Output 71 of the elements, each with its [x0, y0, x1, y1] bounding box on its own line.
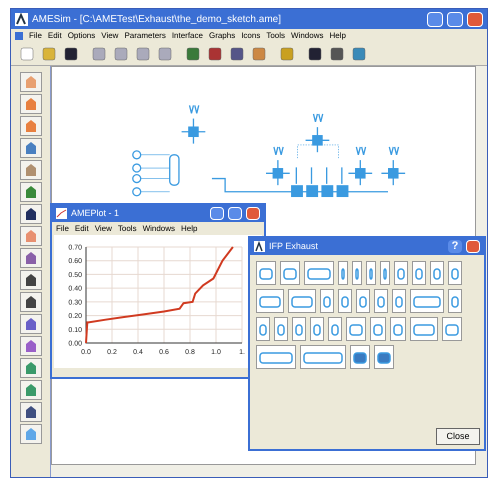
window-title: AMESim - [C:\AMETest\Exhaust\the_demo_sketch.ame] [32, 12, 282, 26]
component-button[interactable] [392, 289, 406, 313]
menu-item[interactable]: Edit [74, 224, 89, 234]
menu-item[interactable]: File [56, 224, 69, 234]
library-button[interactable] [20, 402, 42, 422]
component-button[interactable] [370, 317, 386, 341]
app-icon [254, 241, 265, 252]
component-button[interactable] [430, 261, 444, 285]
component-button[interactable] [356, 289, 370, 313]
component-button[interactable] [320, 289, 334, 313]
app-icon [15, 32, 23, 40]
window-title: AMEPlot - 1 [71, 206, 120, 220]
component-button[interactable] [256, 261, 276, 285]
menu-item[interactable]: Windows [291, 30, 324, 40]
menu-item[interactable]: Graphs [208, 30, 236, 40]
component-button[interactable] [338, 261, 348, 285]
component-button[interactable] [328, 317, 342, 341]
menu-item[interactable]: Icons [241, 30, 260, 40]
menu-item[interactable]: Interface [172, 30, 203, 40]
minimize-button[interactable] [427, 12, 443, 26]
menu-item[interactable]: File [29, 30, 42, 40]
component-button[interactable] [256, 345, 296, 369]
menu-item[interactable]: View [101, 30, 118, 40]
plot-icon [56, 208, 67, 219]
component-button[interactable] [352, 261, 362, 285]
menu-item[interactable]: Parameters [124, 30, 166, 40]
menu-item[interactable]: Help [329, 30, 346, 40]
component-button[interactable] [350, 345, 370, 369]
close-button[interactable] [466, 240, 480, 253]
component-button[interactable] [390, 317, 406, 341]
component-button[interactable] [374, 289, 388, 313]
component-button[interactable] [448, 289, 462, 313]
maximize-button[interactable] [447, 12, 463, 26]
component-button[interactable] [256, 317, 270, 341]
component-button[interactable] [310, 317, 324, 341]
component-button[interactable] [292, 317, 306, 341]
component-button[interactable] [448, 261, 462, 285]
maximize-button[interactable] [228, 207, 242, 220]
library-button[interactable] [20, 204, 42, 224]
component-button[interactable] [274, 317, 288, 341]
menu-item[interactable]: Edit [48, 30, 62, 40]
component-button[interactable] [300, 345, 346, 369]
close-button[interactable]: Close [436, 428, 480, 445]
component-button[interactable] [412, 261, 426, 285]
library-button[interactable] [20, 270, 42, 290]
component-button[interactable] [394, 261, 408, 285]
component-button[interactable] [346, 317, 366, 341]
component-button[interactable] [280, 261, 300, 285]
component-button[interactable] [410, 317, 438, 341]
component-button[interactable] [304, 261, 334, 285]
menu-item[interactable]: Tools [118, 224, 137, 234]
component-button[interactable] [338, 289, 352, 313]
component-button[interactable] [380, 261, 390, 285]
component-button[interactable] [410, 289, 444, 313]
menu-item[interactable]: Tools [266, 30, 286, 40]
component-button[interactable] [256, 289, 284, 313]
component-button[interactable] [374, 345, 394, 369]
component-button[interactable] [288, 289, 316, 313]
component-button[interactable] [442, 317, 462, 341]
library-button[interactable] [20, 292, 42, 312]
menu-item[interactable]: Windows [142, 224, 176, 234]
menu-item[interactable]: View [94, 224, 112, 234]
minimize-button[interactable] [210, 207, 224, 220]
app-icon [15, 12, 28, 26]
window-title: IFP Exhaust [269, 240, 319, 253]
menu-item[interactable]: Options [68, 30, 96, 40]
close-button[interactable] [246, 207, 260, 220]
horizontal-scrollbar[interactable] [51, 465, 487, 477]
close-button[interactable] [467, 12, 483, 26]
menu-item[interactable]: Help [181, 224, 198, 234]
component-button[interactable] [366, 261, 376, 285]
